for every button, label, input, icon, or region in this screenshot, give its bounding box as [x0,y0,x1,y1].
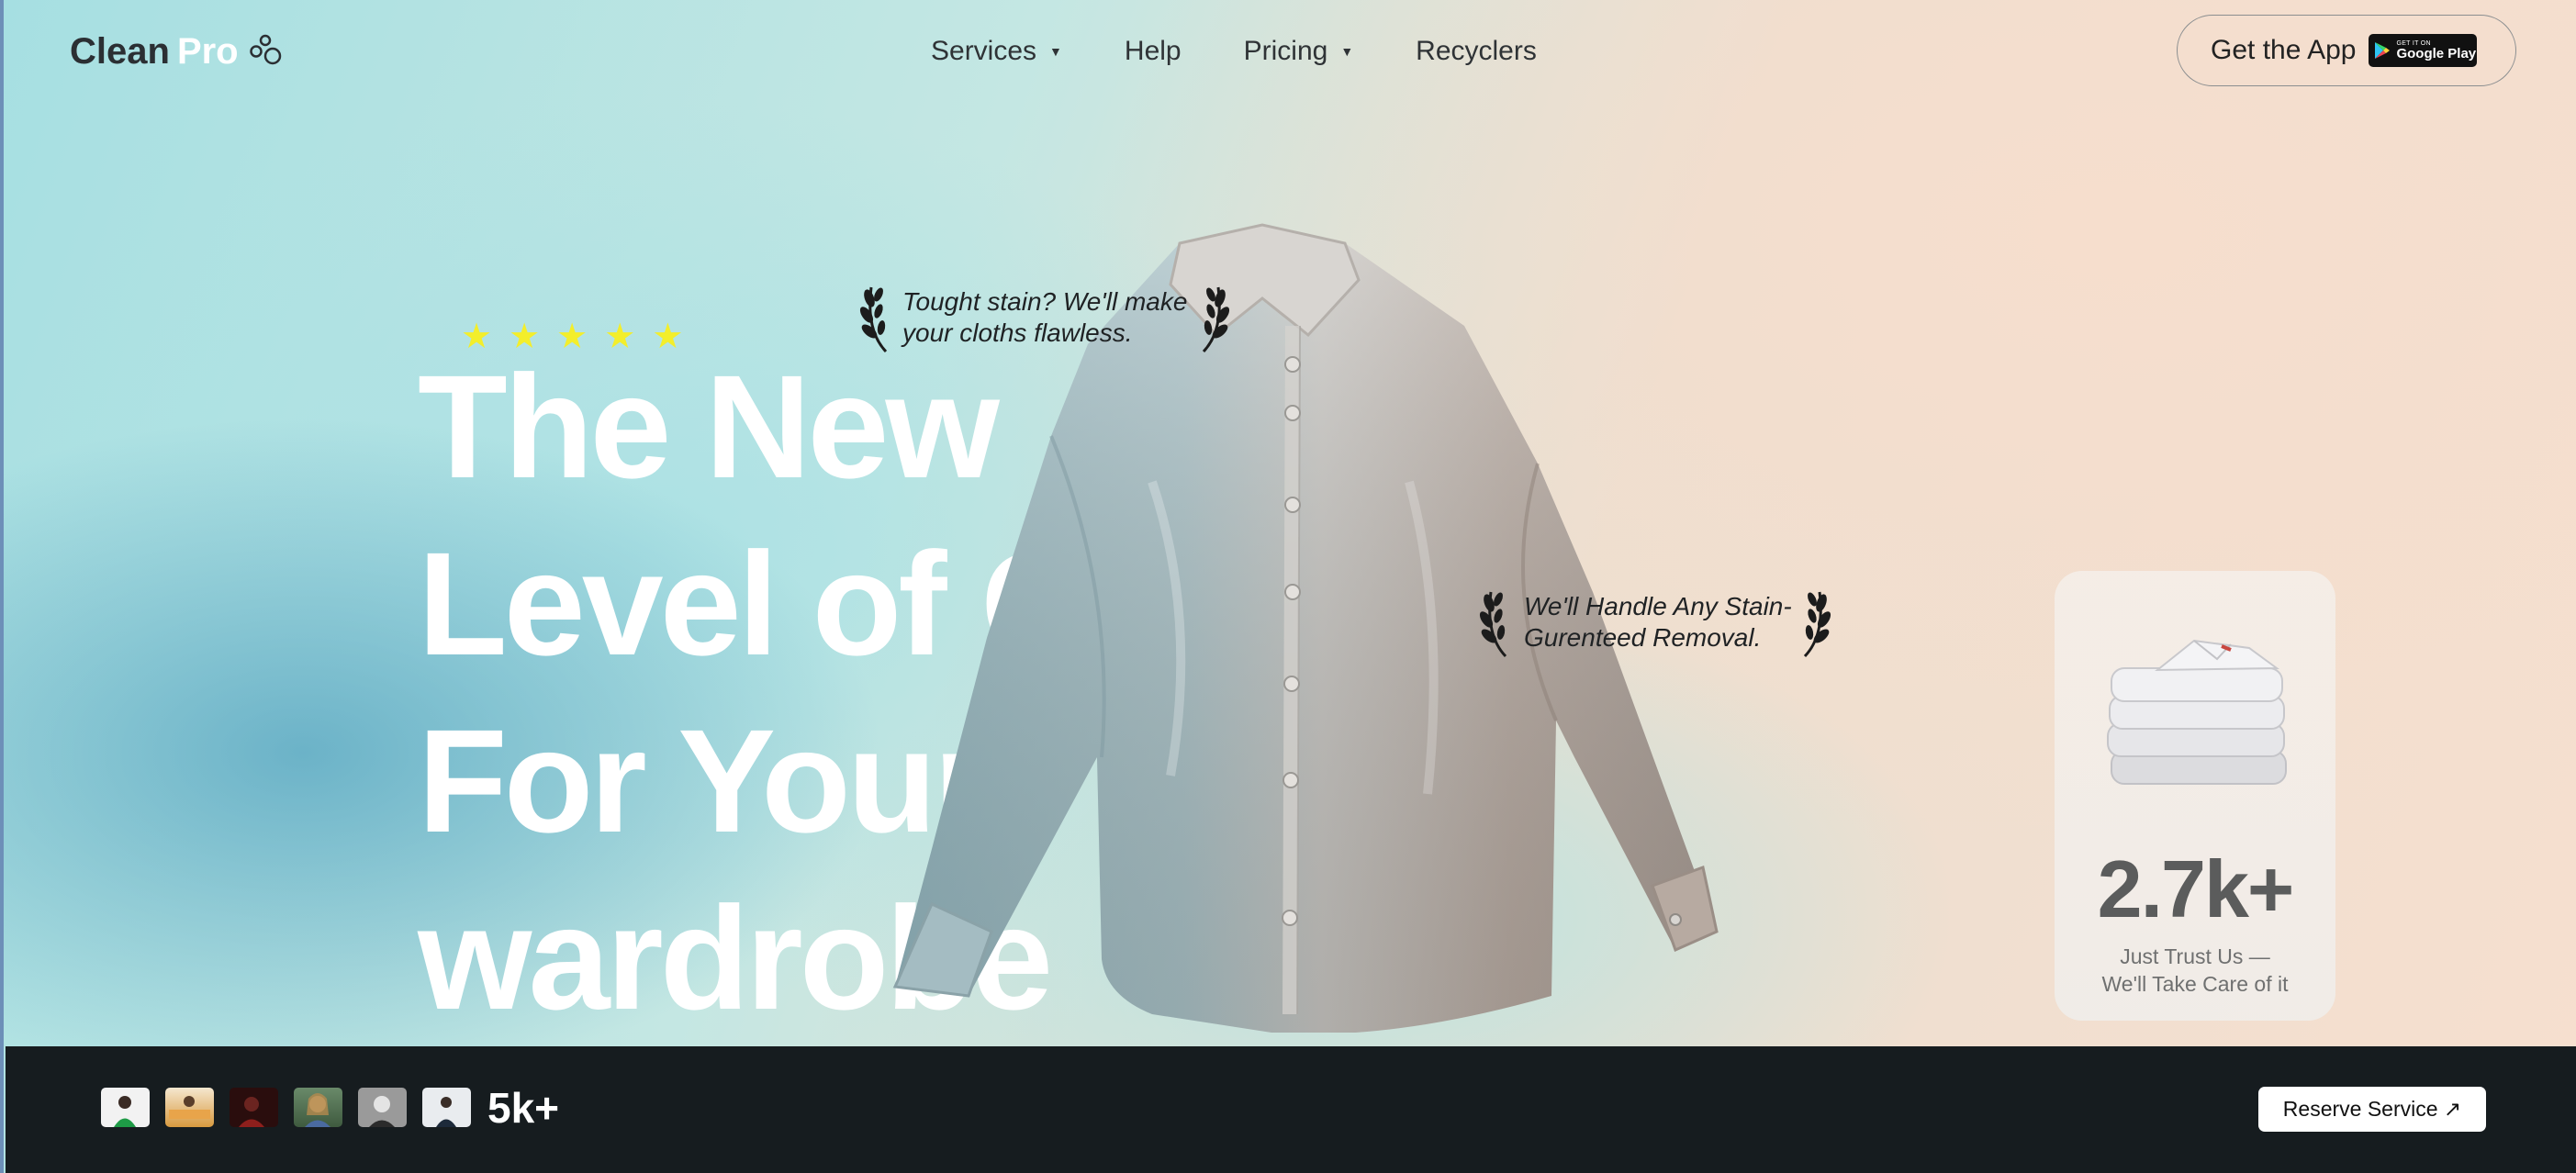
customer-count: 5k+ [487,1084,560,1132]
nav-help-label: Help [1124,36,1182,66]
badge-1-line-1: Tought stain? We'll make [902,287,1188,316]
caret-down-icon: ▼ [1049,44,1062,59]
stats-caption-line-1: Just Trust Us — [2120,944,2270,968]
laurel-right-icon [1203,286,1230,353]
badge-2-line-2: Gurenteed Removal. [1524,623,1762,652]
laurel-left-icon [859,286,888,353]
play-store-icon [2375,42,2391,59]
nav-recyclers[interactable]: Recyclers [1416,36,1537,67]
avatar [230,1088,278,1127]
stats-caption-line-2: We'll Take Care of it [2101,972,2289,996]
laurel-left-icon [1479,591,1507,658]
brand-logo[interactable]: Clean Pro [70,28,285,75]
avatar [422,1088,471,1127]
customer-avatars [101,1088,471,1127]
main-nav: Services ▼ Help Pricing ▼ Recyclers [931,29,1599,73]
avatar [165,1088,214,1127]
nav-pricing-label: Pricing [1243,36,1328,66]
brand-name-clean: Clean [70,30,170,72]
avatar [294,1088,342,1127]
get-app-button[interactable]: Get the App GET IT ON Google Play [2177,15,2516,86]
stats-value: 2.7k+ [2097,843,2295,934]
reserve-service-button[interactable]: Reserve Service ↗ [2258,1087,2486,1132]
badge-1-line-2: your cloths flawless. [902,318,1133,347]
stain-badge-2: We'll Handle Any Stain- Gurenteed Remova… [1478,585,1832,660]
badge-2-line-1: We'll Handle Any Stain- [1524,592,1792,620]
laurel-right-icon [1803,591,1831,658]
window-edge [0,0,4,1173]
nav-recyclers-label: Recyclers [1416,36,1537,66]
avatar [358,1088,407,1127]
avatar [101,1088,150,1127]
google-play-badge: GET IT ON Google Play [2369,34,2478,67]
stats-caption: Just Trust Us — We'll Take Care of it [2055,943,2335,998]
folded-shirts-image [2107,639,2287,785]
get-app-label: Get the App [2211,35,2357,65]
bubbles-icon [249,34,281,65]
nav-help[interactable]: Help [1125,36,1182,67]
brand-name-pro: Pro [176,30,239,72]
google-play-big: Google Play [2396,46,2477,61]
nav-services[interactable]: Services ▼ [931,36,1062,67]
caret-down-icon: ▼ [1340,44,1354,59]
nav-services-label: Services [931,36,1037,66]
stain-badge-1: Tought stain? We'll make your cloths fla… [858,280,1231,355]
nav-pricing[interactable]: Pricing ▼ [1244,36,1354,67]
page-background: Clean Pro Services ▼ Help Pricing ▼ Recy… [0,0,2576,1173]
